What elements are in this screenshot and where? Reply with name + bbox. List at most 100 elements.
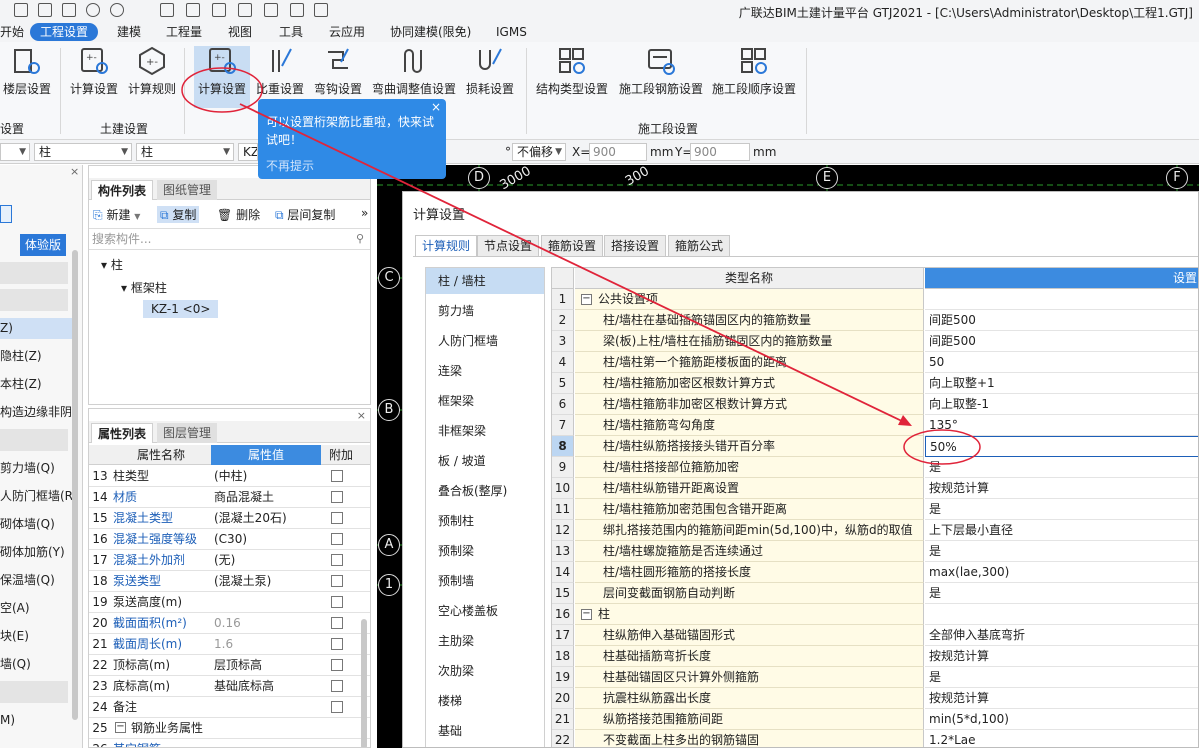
setting-value[interactable]: 50 — [925, 352, 1198, 373]
property-row[interactable]: 22 顶标高(m) 层顶标高 — [89, 655, 370, 676]
dropdown-icon[interactable] — [314, 3, 328, 17]
category-item[interactable]: 柱 / 墙柱 — [426, 268, 544, 294]
setting-value[interactable]: 间距500 — [925, 310, 1198, 331]
section-rebar-button[interactable]: 施工段钢筋设置 — [616, 46, 706, 108]
tab-drawing-manager[interactable]: 图纸管理 — [157, 180, 218, 200]
tree-node-frame-column[interactable]: ▾ 框架柱 — [121, 279, 167, 296]
category-item[interactable]: 人防门框墙 — [426, 328, 544, 354]
extra-checkbox[interactable] — [331, 617, 343, 629]
tab-stirrup-formula[interactable]: 箍筋公式 — [668, 235, 731, 257]
category-item[interactable]: 预制梁 — [426, 538, 544, 564]
collapse-icon[interactable]: − — [581, 609, 592, 620]
property-value[interactable]: (混凝土20石) — [214, 508, 322, 528]
nav-item-body-column[interactable]: 本柱(Z) — [0, 374, 74, 395]
settings-row[interactable]: 15 层间变截面钢筋自动判断 是 — [552, 583, 1198, 604]
close-icon[interactable]: × — [70, 165, 79, 178]
nav-item-block[interactable]: 块(E) — [0, 626, 74, 647]
loss-settings-button[interactable]: 损耗设置 — [462, 46, 518, 108]
settings-row[interactable]: 22 不变截面上柱多出的钢筋锚固 1.2*Lae — [552, 730, 1198, 747]
settings-row[interactable]: 12 绑扎搭接范围内的箍筋间距min(5d,100)中，纵筋d的取值 上下层最小直径 — [552, 520, 1198, 541]
calc-settings-rebar-button[interactable]: +- 计算设置 — [194, 46, 250, 108]
property-value[interactable]: 基础底标高 — [214, 676, 322, 696]
collapse-icon[interactable]: − — [581, 294, 592, 305]
setting-value[interactable]: 是 — [925, 457, 1198, 478]
setting-value[interactable]: 间距500 — [925, 331, 1198, 352]
category-item[interactable]: 板 / 坡道 — [426, 448, 544, 474]
setting-value[interactable] — [925, 289, 1198, 310]
tab-lap-settings[interactable]: 搭接设置 — [604, 235, 667, 257]
settings-row[interactable]: 20 抗震柱纵筋露出长度 按规范计算 — [552, 688, 1198, 709]
category-item[interactable]: 主肋梁 — [426, 628, 544, 654]
property-row[interactable]: 23 底标高(m) 基础底标高 — [89, 676, 370, 697]
setting-value[interactable]: 50% — [925, 436, 1198, 457]
collapse-icon[interactable]: − — [115, 722, 126, 733]
redo-icon[interactable] — [110, 3, 124, 17]
category-select[interactable]: 柱 ▼ — [136, 143, 234, 161]
tab-cloud[interactable]: 云应用 — [329, 23, 365, 41]
tree-node-kz1[interactable]: KZ-1 <0> — [143, 300, 219, 318]
setting-value[interactable]: 全部伸入基底弯折 — [925, 625, 1198, 646]
dont-show-again-link[interactable]: 不再提示 — [266, 157, 314, 174]
x-input[interactable]: 900 — [589, 143, 647, 161]
type-select[interactable]: 柱 ▼ — [34, 143, 132, 161]
new-button[interactable]: ⎘ 新建 ▼ — [93, 206, 140, 223]
property-value[interactable]: 层顶标高 — [214, 655, 322, 675]
property-value[interactable]: (C30) — [214, 529, 322, 549]
property-value[interactable]: (中柱) — [214, 466, 322, 486]
extra-checkbox[interactable] — [331, 701, 343, 713]
tab-collab[interactable]: 协同建模(限免) — [390, 23, 471, 41]
property-row[interactable]: 21 截面周长(m) 1.6 — [89, 634, 370, 655]
nav-item-civil-defense-wall[interactable]: 人防门框墙(RF) — [0, 486, 74, 507]
film-icon[interactable] — [290, 3, 304, 17]
copy-button[interactable]: ⧉ 复制 — [157, 206, 200, 223]
nav-item-masonry-wall[interactable]: 砌体墙(Q) — [0, 514, 74, 535]
category-item[interactable]: 剪力墙 — [426, 298, 544, 324]
category-item[interactable]: 非框架梁 — [426, 418, 544, 444]
extra-checkbox[interactable] — [331, 638, 343, 650]
delete-button[interactable]: 🗑 删除 — [217, 206, 260, 223]
property-value[interactable]: 商品混凝土 — [214, 487, 322, 507]
y-input[interactable]: 900 — [690, 143, 750, 161]
tab-view[interactable]: 视图 — [228, 23, 252, 41]
report-icon[interactable] — [186, 3, 200, 17]
category-item[interactable]: 次肋梁 — [426, 658, 544, 684]
extra-checkbox[interactable] — [331, 575, 343, 587]
property-row[interactable]: 26其它钢筋 — [89, 739, 370, 747]
tab-component-list[interactable]: 构件列表 — [91, 180, 154, 200]
tab-stirrup-settings[interactable]: 箍筋设置 — [541, 235, 604, 257]
layout-icon[interactable] — [0, 205, 12, 223]
tree-node-column[interactable]: ▾ 柱 — [101, 256, 123, 273]
tab-igms[interactable]: IGMS — [496, 23, 527, 41]
property-value[interactable]: 1.6 — [214, 634, 322, 654]
undo-icon[interactable] — [86, 3, 100, 17]
property-row[interactable]: 16 混凝土强度等级 (C30) — [89, 529, 370, 550]
tab-node-settings[interactable]: 节点设置 — [477, 235, 540, 257]
setting-value[interactable]: 135° — [925, 415, 1198, 436]
settings-row[interactable]: 6 柱/墙柱箍筋非加密区根数计算方式 向上取整-1 — [552, 394, 1198, 415]
table-icon[interactable] — [212, 3, 226, 17]
setting-value[interactable]: 上下层最小直径 — [925, 520, 1198, 541]
tab-project-settings[interactable]: 工程设置 — [30, 23, 99, 41]
structure-type-button[interactable]: 结构类型设置 — [532, 46, 612, 108]
more-icon[interactable]: » — [361, 206, 368, 220]
nav-item-masonry-rebar[interactable]: 砌体加筋(Y) — [0, 542, 74, 563]
setting-value[interactable]: min(5*d,100) — [925, 709, 1198, 730]
new-file-icon[interactable] — [14, 3, 28, 17]
setting-value[interactable]: 向上取整-1 — [925, 394, 1198, 415]
settings-row[interactable]: 17 柱纵筋伸入基础锚固形式 全部伸入基底弯折 — [552, 625, 1198, 646]
tab-property-list[interactable]: 属性列表 — [91, 423, 154, 443]
extra-checkbox[interactable] — [331, 470, 343, 482]
settings-row[interactable]: 4 柱/墙柱第一个箍筋距楼板面的距离 50 — [552, 352, 1198, 373]
category-item[interactable]: 空心楼盖板 — [426, 598, 544, 624]
settings-row[interactable]: 5 柱/墙柱箍筋加密区根数计算方式 向上取整+1 — [552, 373, 1198, 394]
settings-row[interactable]: 18 柱基础插筋弯折长度 按规范计算 — [552, 646, 1198, 667]
extra-checkbox[interactable] — [331, 533, 343, 545]
category-item[interactable]: 预制柱 — [426, 508, 544, 534]
extra-checkbox[interactable] — [331, 554, 343, 566]
property-row[interactable]: 14 材质 商品混凝土 — [89, 487, 370, 508]
nav-item-edge-column[interactable]: 构造边缘非阴影... — [0, 402, 74, 423]
extra-checkbox[interactable] — [331, 491, 343, 503]
setting-value[interactable]: 按规范计算 — [925, 688, 1198, 709]
settings-row[interactable]: 3 梁(板)上柱/墙柱在插筋锚固区内的箍筋数量 间距500 — [552, 331, 1198, 352]
open-folder-icon[interactable] — [38, 3, 52, 17]
